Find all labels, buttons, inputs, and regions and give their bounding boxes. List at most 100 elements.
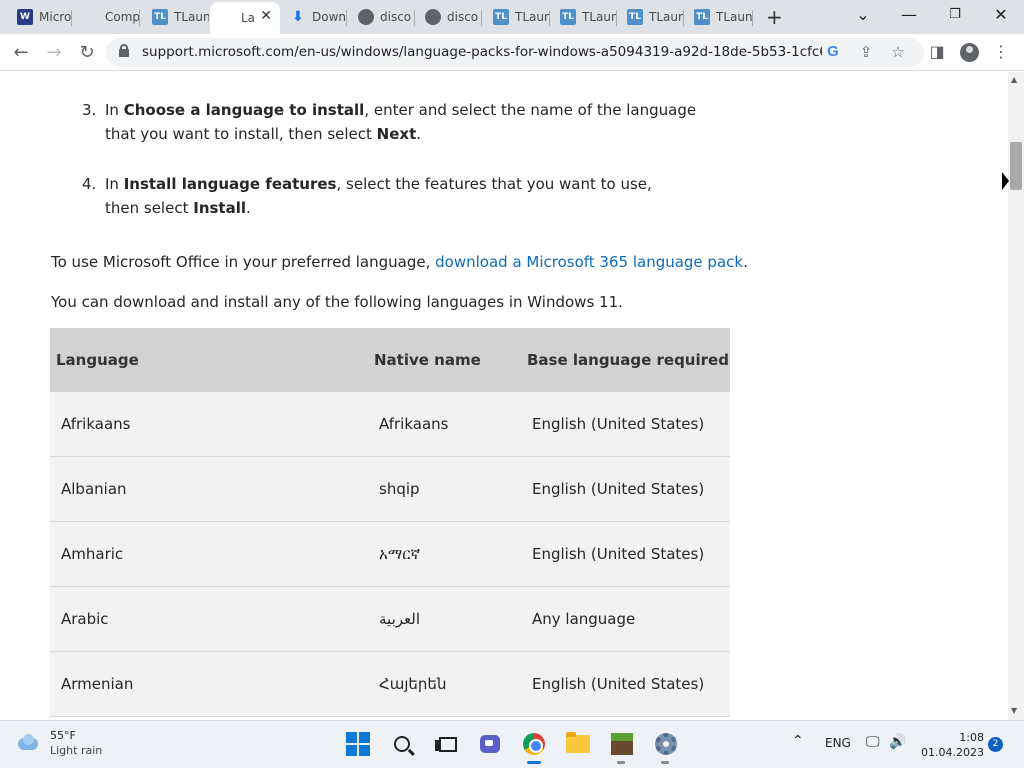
office-language-pack-link[interactable]: download a Microsoft 365 language pack xyxy=(435,253,743,271)
menu-kebab-icon[interactable]: ⋮ xyxy=(990,42,1012,61)
chat-button[interactable] xyxy=(477,731,503,757)
cell-language: Albanian xyxy=(61,480,127,498)
tab-title: Micro xyxy=(39,10,72,24)
gear-icon xyxy=(655,733,677,755)
step-text: In Choose a language to install, enter a… xyxy=(105,101,697,143)
browser-toolbar: ← → ↻ support.microsoft.com/en-us/window… xyxy=(0,34,1024,71)
address-bar[interactable]: support.microsoft.com/en-us/windows/lang… xyxy=(106,38,924,67)
tab-separator xyxy=(346,10,347,26)
volume-icon[interactable]: 🔊 xyxy=(889,734,906,750)
tab-3[interactable]: TL TLaun xyxy=(143,4,209,30)
cell-language: Arabic xyxy=(61,610,109,628)
microsoft-icon xyxy=(219,10,235,26)
tab-7[interactable]: disco xyxy=(416,4,482,30)
cell-base: English (United States) xyxy=(532,675,705,693)
reload-button[interactable]: ↻ xyxy=(76,42,98,63)
network-icon[interactable]: 🖵 xyxy=(866,734,880,750)
search-button[interactable] xyxy=(389,731,415,757)
notification-badge[interactable]: 2 xyxy=(988,737,1003,752)
download-icon: ⬇ xyxy=(292,9,304,25)
cell-language: Amharic xyxy=(61,545,124,563)
restore-button[interactable]: ❐ xyxy=(940,7,970,22)
tab-title: TLaun xyxy=(649,10,684,24)
weather-temperature: 55°F xyxy=(50,729,76,742)
tab-5[interactable]: ⬇ Down xyxy=(281,4,347,30)
cell-native: Afrikaans xyxy=(379,415,449,433)
table-row: Amharic አማርኛ English (United States) xyxy=(50,522,730,587)
task-view-icon xyxy=(435,737,457,752)
tl-icon: TL xyxy=(152,9,168,25)
tl-icon: TL xyxy=(694,9,710,25)
running-indicator xyxy=(617,761,625,764)
step-text: In Install language features, select the… xyxy=(105,175,652,217)
google-translate-icon[interactable]: G xyxy=(823,43,843,60)
profile-avatar[interactable] xyxy=(960,43,979,62)
download-paragraph: You can download and install any of the … xyxy=(51,293,623,311)
back-button[interactable]: ← xyxy=(10,42,32,63)
scroll-down-arrow-icon[interactable]: ▼ xyxy=(1011,706,1017,715)
tab-separator xyxy=(481,10,482,26)
settings-button[interactable] xyxy=(653,731,679,757)
share-icon[interactable]: ⇪ xyxy=(856,43,876,61)
clock-date: 01.04.2023 xyxy=(921,746,984,759)
chrome-taskbar-button[interactable] xyxy=(521,731,547,757)
scrollbar-thumb[interactable] xyxy=(1010,142,1022,190)
weather-widget[interactable]: 55°F Light rain xyxy=(14,729,102,757)
cell-base: English (United States) xyxy=(532,415,705,433)
side-panel-icon[interactable]: ◨ xyxy=(926,42,948,61)
step-number: 3. xyxy=(82,101,97,119)
tab-search-chevron-icon[interactable]: ⌄ xyxy=(848,5,878,24)
tab-6[interactable]: disco xyxy=(349,4,415,30)
scroll-up-arrow-icon[interactable]: ▲ xyxy=(1011,75,1017,84)
lock-icon xyxy=(119,44,129,57)
url-text[interactable]: support.microsoft.com/en-us/windows/lang… xyxy=(142,44,822,60)
cell-native: አማርኛ xyxy=(379,545,421,563)
tab-2[interactable]: Comp xyxy=(74,4,140,30)
table-row: Arabic العربية Any language xyxy=(50,587,730,652)
windows-logo-icon xyxy=(346,732,370,756)
table-row: Armenian Հայերեն English (United States) xyxy=(50,652,730,717)
minimize-button[interactable]: — xyxy=(894,5,924,24)
task-view-button[interactable] xyxy=(431,731,457,757)
file-explorer-button[interactable] xyxy=(565,731,591,757)
close-icon[interactable]: ✕ xyxy=(260,8,272,24)
tab-active[interactable]: La ✕ xyxy=(210,2,280,34)
search-icon xyxy=(394,736,410,752)
tab-separator xyxy=(139,10,140,26)
tab-title: Down xyxy=(312,10,347,24)
language-table: Language Native name Base language requi… xyxy=(50,328,730,717)
tab-9[interactable]: TL TLaun xyxy=(551,4,617,30)
tab-11[interactable]: TL TLaun xyxy=(685,4,753,30)
tl-icon: TL xyxy=(560,9,576,25)
weather-description: Light rain xyxy=(50,744,103,757)
tab-title: disco xyxy=(447,10,479,24)
chat-icon xyxy=(480,735,500,753)
office-paragraph: To use Microsoft Office in your preferre… xyxy=(51,253,748,271)
tl-icon: TL xyxy=(493,9,509,25)
tab-8[interactable]: TL TLaun xyxy=(484,4,550,30)
tray-chevron-icon[interactable]: ⌃ xyxy=(792,733,804,749)
tab-separator xyxy=(683,10,684,26)
start-button[interactable] xyxy=(345,731,371,757)
tab-title: TLaun xyxy=(174,10,209,24)
tab-10[interactable]: TL TLaun xyxy=(618,4,684,30)
bookmark-star-icon[interactable]: ☆ xyxy=(888,43,908,61)
tab-1[interactable]: W Micro xyxy=(8,4,72,30)
tab-title: TLaun xyxy=(716,10,753,24)
cell-native: shqip xyxy=(379,480,420,498)
close-window-button[interactable]: ✕ xyxy=(986,5,1016,24)
page-scrollbar[interactable]: ▲ ▼ xyxy=(1008,72,1024,720)
running-indicator xyxy=(661,761,669,764)
tab-title: La xyxy=(241,11,256,25)
new-tab-button[interactable]: + xyxy=(766,5,783,29)
forward-button[interactable]: → xyxy=(43,42,65,63)
bold-term: Install language features xyxy=(123,175,337,193)
table-header: Language Native name Base language requi… xyxy=(50,328,730,392)
tab-title: TLaun xyxy=(515,10,550,24)
column-header-native: Native name xyxy=(374,351,481,369)
system-clock[interactable]: 1:08 01.04.2023 xyxy=(918,730,984,760)
minecraft-button[interactable] xyxy=(609,731,635,757)
input-language[interactable]: ENG xyxy=(825,736,851,750)
tl-icon: TL xyxy=(627,9,643,25)
clock-time: 1:08 xyxy=(959,731,984,744)
